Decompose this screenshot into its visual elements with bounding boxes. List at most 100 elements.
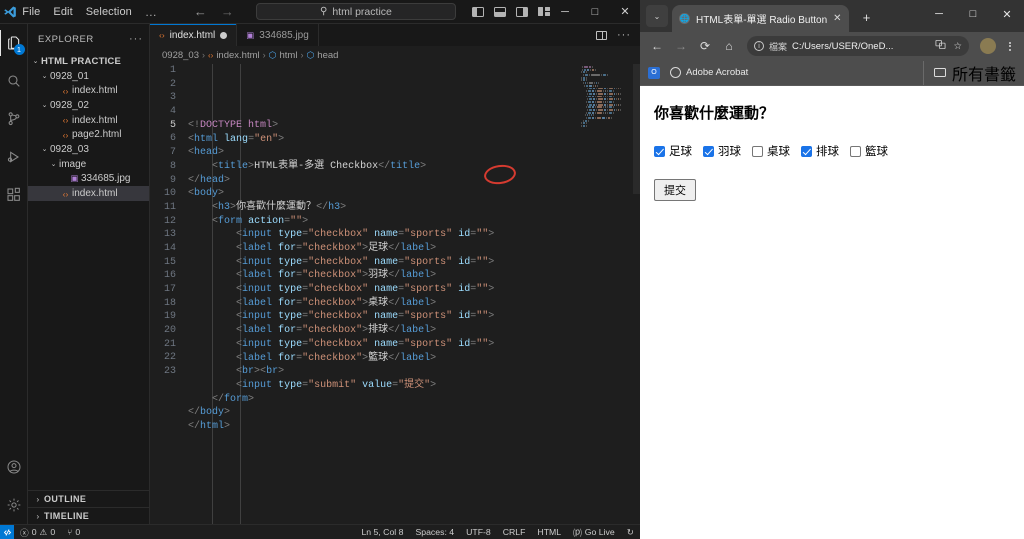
editor-tab-334685-jpg[interactable]: ▣ 334685.jpg bbox=[237, 24, 319, 46]
code-line[interactable]: <input type="checkbox" name="sports" id=… bbox=[188, 310, 578, 324]
nav-forward-icon[interactable]: → bbox=[221, 4, 234, 19]
sports-checkbox-form[interactable]: 足球 羽球 桌球 排球 籃球 bbox=[654, 143, 1010, 159]
activity-run-debug-icon[interactable] bbox=[0, 138, 28, 176]
editor-tab-index-html[interactable]: ‹› index.html bbox=[150, 24, 238, 46]
nav-back-icon[interactable]: ← bbox=[194, 4, 207, 19]
tree-item-0928-02[interactable]: ⌄ 0928_02 bbox=[28, 98, 149, 113]
layout-controls[interactable] bbox=[472, 6, 550, 17]
browser-minimize-button[interactable]: ─ bbox=[922, 0, 956, 28]
indentation-status[interactable]: Spaces: 4 bbox=[409, 525, 460, 539]
ports-status[interactable]: ⑂ 0 bbox=[61, 525, 86, 539]
eol-status[interactable]: CRLF bbox=[497, 525, 532, 539]
breadcrumb-item[interactable]: html bbox=[279, 50, 297, 61]
code-line[interactable]: <form action=""> bbox=[188, 215, 578, 229]
activity-search-icon[interactable] bbox=[0, 62, 28, 100]
customize-layout-icon[interactable] bbox=[538, 6, 550, 17]
checkbox-input[interactable] bbox=[850, 145, 861, 157]
code-line[interactable]: <input type="checkbox" name="sports" id=… bbox=[188, 338, 578, 352]
code-line[interactable]: <input type="submit" value="提交"> bbox=[188, 379, 578, 393]
activity-extensions-icon[interactable] bbox=[0, 176, 28, 214]
menu-selection[interactable]: Selection bbox=[86, 6, 132, 18]
checkbox-input[interactable] bbox=[752, 145, 763, 157]
go-live-button[interactable]: ⒫ Go Live bbox=[567, 525, 621, 539]
site-info-icon[interactable]: i bbox=[754, 41, 764, 51]
checkbox-input[interactable] bbox=[703, 145, 714, 157]
toggle-primary-sidebar-icon[interactable] bbox=[472, 6, 484, 17]
browser-window-controls[interactable]: ─ □ ✕ bbox=[922, 0, 1024, 28]
all-bookmarks-button[interactable]: 所有書籤 bbox=[922, 60, 1016, 85]
code-line[interactable]: <label for="checkbox">桌球</label> bbox=[188, 297, 578, 311]
checkbox-input[interactable] bbox=[654, 145, 665, 157]
bookmark-office[interactable]: O bbox=[648, 66, 660, 79]
activity-accounts-icon[interactable] bbox=[0, 448, 28, 486]
breadcrumb-item[interactable]: head bbox=[317, 50, 338, 61]
code-line[interactable]: <label for="checkbox">足球</label> bbox=[188, 242, 578, 256]
explorer-more-actions[interactable]: ··· bbox=[129, 33, 143, 45]
checkbox-group-1[interactable]: 羽球 bbox=[703, 143, 741, 159]
tree-item-index-html[interactable]: ‹› index.html bbox=[28, 113, 149, 128]
code-line[interactable]: <head> bbox=[188, 146, 578, 160]
tab-search-icon[interactable]: ⌄ bbox=[646, 5, 668, 27]
code-line[interactable]: <input type="checkbox" name="sports" id=… bbox=[188, 228, 578, 242]
translate-icon[interactable] bbox=[935, 39, 946, 53]
breadcrumb-item[interactable]: 0928_03 bbox=[162, 50, 199, 61]
code-line[interactable]: <br><br> bbox=[188, 365, 578, 379]
editor-actions[interactable]: ··· bbox=[596, 24, 640, 46]
menu-more[interactable]: … bbox=[145, 5, 158, 19]
tree-item-index-html[interactable]: ‹› index.html bbox=[28, 83, 149, 98]
checkbox-group-4[interactable]: 籃球 bbox=[850, 143, 888, 159]
tab-close-icon[interactable]: ✕ bbox=[833, 13, 841, 24]
browser-tab-active[interactable]: 🌐 HTML表單-單選 Radio Button ✕ bbox=[672, 5, 849, 32]
menu-edit[interactable]: Edit bbox=[53, 6, 72, 18]
tree-item-334685-jpg[interactable]: ▣ 334685.jpg bbox=[28, 172, 149, 187]
language-mode-status[interactable]: HTML bbox=[531, 525, 567, 539]
browser-maximize-button[interactable]: □ bbox=[956, 0, 990, 28]
file-tree[interactable]: ⌄ HTML PRACTICE ⌄ 0928_01 ‹› index.html ⌄ 0928_… bbox=[28, 54, 149, 490]
new-tab-button[interactable]: + bbox=[855, 5, 879, 29]
code-content[interactable]: <!DOCTYPE html> <html lang="en"> <head> <t… bbox=[184, 64, 578, 524]
editor-tabbar[interactable]: ‹› index.html ▣ 334685.jpg ··· bbox=[150, 24, 640, 46]
editor-more-actions-icon[interactable]: ··· bbox=[617, 29, 631, 41]
browser-menu-icon[interactable] bbox=[1002, 41, 1018, 51]
code-scroll[interactable]: 1 2 3 4 5 6 7 8 9 10 11 12 13 14 15 16 17 18 19 20 21 22 23 <!… bbox=[150, 64, 578, 524]
activity-explorer-icon[interactable]: 1 bbox=[0, 24, 28, 62]
code-line[interactable]: <input type="checkbox" name="sports" id=… bbox=[188, 256, 578, 270]
problems-status[interactable]: ⓧ 0 ⚠ 0 bbox=[14, 525, 61, 539]
vscode-minimize-button[interactable]: ─ bbox=[550, 0, 580, 24]
activity-settings-icon[interactable] bbox=[0, 486, 28, 524]
unsaved-indicator-dot[interactable] bbox=[220, 31, 228, 39]
code-line[interactable]: </body> bbox=[188, 406, 578, 420]
checkbox-group-0[interactable]: 足球 bbox=[654, 143, 692, 159]
code-line[interactable]: <input type="checkbox" name="sports" id=… bbox=[188, 283, 578, 297]
toggle-panel-icon[interactable] bbox=[494, 6, 506, 17]
browser-close-button[interactable]: ✕ bbox=[990, 0, 1024, 28]
code-line[interactable]: <label for="checkbox">排球</label> bbox=[188, 324, 578, 338]
tree-item-image[interactable]: ⌄ image bbox=[28, 157, 149, 172]
code-line[interactable]: </form> bbox=[188, 393, 578, 407]
code-line[interactable]: <label for="checkbox">籃球</label> bbox=[188, 352, 578, 366]
bookmark-adobe-acrobat[interactable]: Adobe Acrobat bbox=[670, 67, 748, 78]
browser-forward-icon[interactable]: → bbox=[670, 35, 692, 57]
vscode-maximize-button[interactable]: □ bbox=[580, 0, 610, 24]
toggle-secondary-sidebar-icon[interactable] bbox=[516, 6, 528, 17]
address-bar[interactable]: i 檔案 C:/Users/USER/OneD... ☆ bbox=[747, 36, 969, 56]
split-editor-icon[interactable] bbox=[596, 30, 607, 40]
menu-file[interactable]: File bbox=[22, 6, 40, 18]
checkbox-group-2[interactable]: 桌球 bbox=[752, 143, 790, 159]
vscode-menubar[interactable]: File Edit Selection … bbox=[19, 5, 158, 19]
command-center-search[interactable]: ⚲ html practice bbox=[255, 3, 456, 20]
code-line[interactable]: <!DOCTYPE html> bbox=[188, 119, 578, 133]
code-editor[interactable]: 1 2 3 4 5 6 7 8 9 10 11 12 13 14 15 16 17 18 19 20 21 22 23 <!… bbox=[150, 64, 640, 524]
browser-back-icon[interactable]: ← bbox=[646, 35, 668, 57]
notifications-bell-icon[interactable]: ↻ bbox=[621, 525, 640, 539]
code-line[interactable]: <html lang="en"> bbox=[188, 133, 578, 147]
code-line[interactable]: <h3>你喜歡什麼運動？</h3> bbox=[188, 201, 578, 215]
bookmark-star-icon[interactable]: ☆ bbox=[953, 41, 962, 52]
tree-item-index-html[interactable]: ‹› index.html bbox=[28, 186, 149, 201]
tree-item-0928-03[interactable]: ⌄ 0928_03 bbox=[28, 142, 149, 157]
checkbox-group-3[interactable]: 排球 bbox=[801, 143, 839, 159]
remote-window-icon[interactable] bbox=[0, 524, 14, 539]
tree-item-page2-html[interactable]: ‹› page2.html bbox=[28, 127, 149, 142]
code-line[interactable]: <body> bbox=[188, 187, 578, 201]
code-line[interactable]: </html> bbox=[188, 420, 578, 434]
